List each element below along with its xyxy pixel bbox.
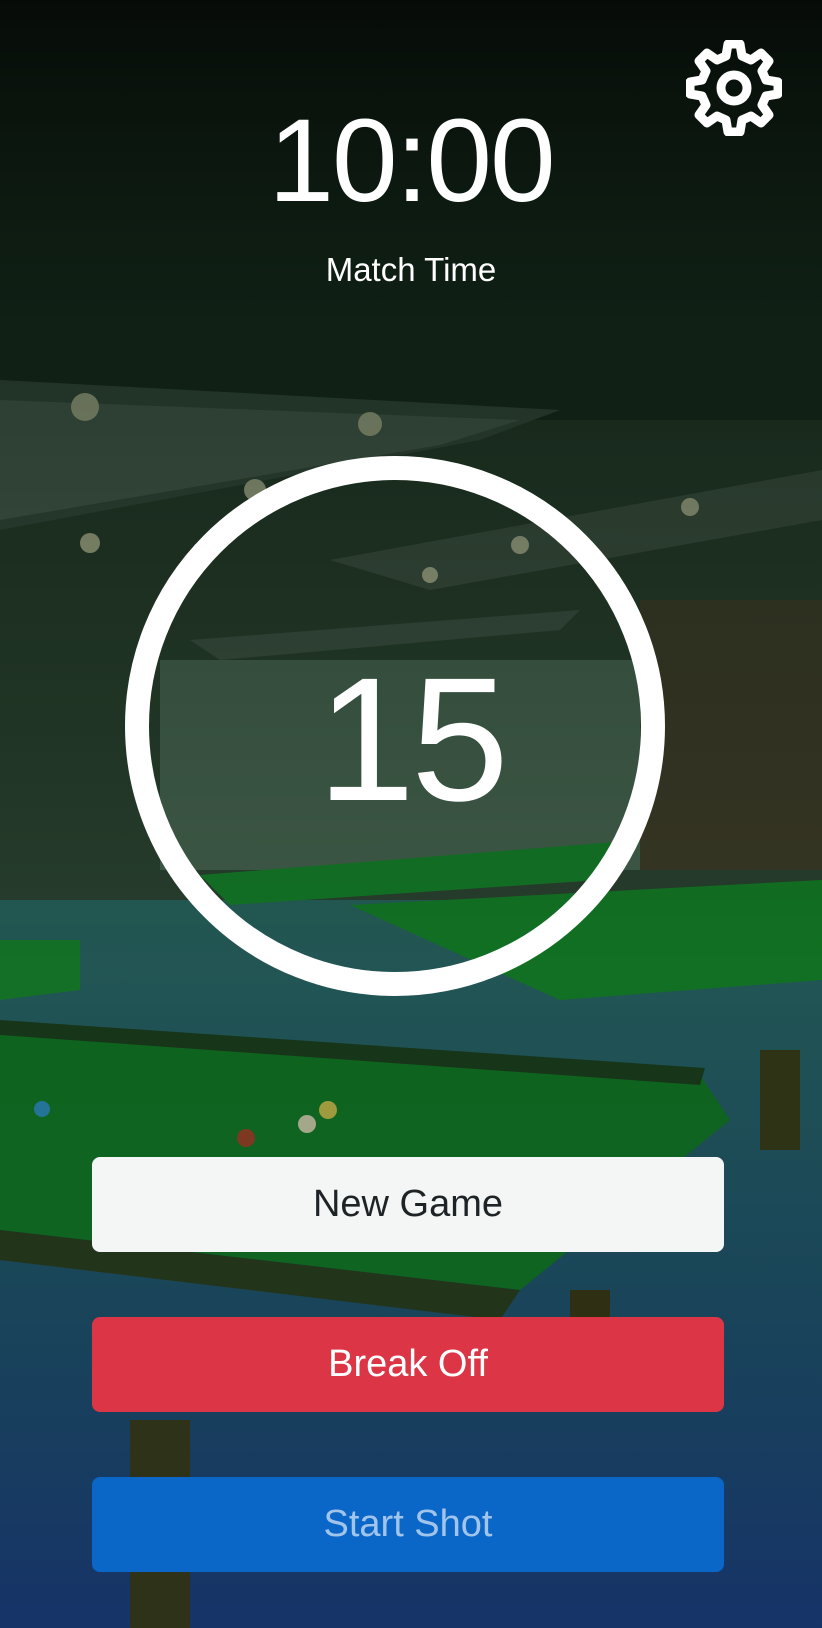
new-game-button[interactable]: New Game: [92, 1157, 724, 1252]
start-shot-button[interactable]: Start Shot: [92, 1477, 724, 1572]
match-time-label: Match Time: [325, 251, 497, 288]
match-time-display: 10:00: [268, 95, 555, 227]
shot-clock-value: 15: [317, 642, 509, 838]
break-off-button[interactable]: Break Off: [92, 1317, 724, 1412]
timer-screen: 10:00 Match Time 15 New Game Break Off S…: [0, 0, 822, 1628]
